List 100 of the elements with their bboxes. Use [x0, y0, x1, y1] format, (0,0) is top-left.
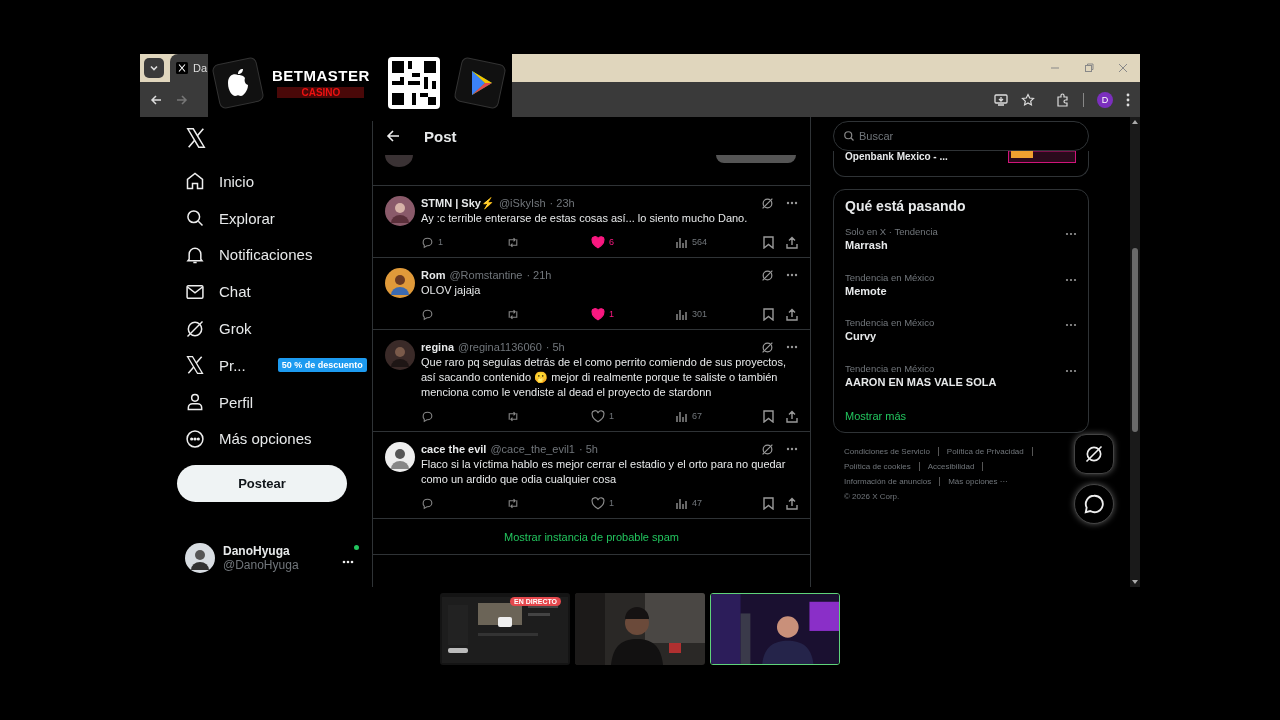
- trend-topic[interactable]: Marrash: [845, 239, 938, 251]
- share-icon[interactable]: [786, 235, 798, 249]
- scrollbar-thumb[interactable]: [1132, 248, 1138, 432]
- more-icon[interactable]: [786, 273, 798, 277]
- x-logo-icon[interactable]: [185, 127, 207, 149]
- slashed-circle-icon[interactable]: [185, 318, 205, 339]
- more-icon[interactable]: [786, 345, 798, 349]
- nav-link[interactable]: Notificaciones: [219, 246, 313, 264]
- author-name[interactable]: regina: [421, 341, 454, 353]
- repost-icon[interactable]: [506, 409, 520, 423]
- avatar[interactable]: [385, 196, 415, 226]
- nav-link[interactable]: Chat: [219, 283, 251, 301]
- comment-icon[interactable]: [421, 235, 434, 249]
- author-name[interactable]: STMN | Sky⚡: [421, 196, 495, 210]
- comment-icon[interactable]: [421, 307, 434, 321]
- nav-link[interactable]: Grok: [219, 320, 252, 338]
- back-icon[interactable]: [150, 93, 162, 106]
- nav-link[interactable]: Explorar: [219, 209, 275, 227]
- share-icon[interactable]: [786, 307, 798, 321]
- slashed-circle-icon[interactable]: [761, 340, 774, 354]
- bell-icon[interactable]: [185, 245, 205, 265]
- views-icon[interactable]: [676, 236, 688, 248]
- comment-icon[interactable]: [421, 496, 434, 510]
- heart-icon[interactable]: [591, 496, 605, 510]
- more-icon[interactable]: [786, 201, 798, 205]
- profile-avatar[interactable]: D: [1097, 91, 1113, 108]
- more-icon[interactable]: [185, 428, 205, 449]
- author-name[interactable]: cace the evil: [421, 443, 487, 455]
- bookmark-icon[interactable]: [763, 496, 774, 510]
- author-name[interactable]: Rom: [421, 269, 446, 281]
- nav-link[interactable]: Perfil: [219, 393, 254, 411]
- scroll-up-icon[interactable]: [1132, 120, 1138, 124]
- install-icon[interactable]: [994, 92, 1008, 107]
- bookmark-icon[interactable]: [763, 307, 774, 321]
- more-icon[interactable]: [342, 560, 354, 565]
- heart-icon[interactable]: [591, 235, 605, 249]
- back-icon[interactable]: [386, 129, 400, 143]
- views-icon[interactable]: [676, 497, 688, 509]
- reply-text: OLOV jajaja: [421, 283, 482, 298]
- post-button[interactable]: Postear: [177, 465, 347, 503]
- footer-link[interactable]: Política de Privacidad: [946, 447, 1024, 456]
- home-icon[interactable]: [185, 171, 205, 192]
- footer-link[interactable]: Accesibilidad: [927, 462, 975, 471]
- nav-link[interactable]: Inicio: [219, 172, 255, 190]
- qr-code: [387, 56, 440, 109]
- bookmark-icon[interactable]: [763, 235, 774, 249]
- show-spam-link[interactable]: Mostrar instancia de probable spam: [504, 530, 679, 543]
- trend-context: Solo en X · Tendencia: [845, 226, 938, 237]
- scroll-down-icon[interactable]: [1132, 580, 1138, 584]
- heart-icon[interactable]: [591, 307, 605, 321]
- footer-link[interactable]: Condiciones de Servicio: [844, 447, 930, 456]
- slashed-circle-icon[interactable]: [761, 268, 774, 282]
- views-icon[interactable]: [676, 410, 688, 422]
- repost-icon[interactable]: [506, 307, 520, 321]
- author-handle[interactable]: @cace_the_evil1: [490, 443, 575, 455]
- bookmark-icon[interactable]: [763, 409, 774, 423]
- slashed-circle-icon[interactable]: [761, 442, 774, 456]
- search-icon[interactable]: [185, 208, 205, 229]
- nav-link[interactable]: Pr...: [219, 356, 246, 374]
- avatar[interactable]: [385, 268, 415, 298]
- repost-icon[interactable]: [506, 496, 520, 510]
- repost-icon[interactable]: [506, 235, 520, 249]
- share-icon[interactable]: [786, 496, 798, 510]
- comment-icon[interactable]: [421, 409, 434, 423]
- browser-tab[interactable]: Da: [170, 54, 208, 82]
- view-count: 47: [692, 498, 702, 508]
- search-field[interactable]: Buscar: [833, 121, 1089, 151]
- avatar[interactable]: [385, 442, 415, 472]
- share-icon[interactable]: [786, 409, 798, 423]
- tab-list-button[interactable]: [144, 58, 164, 78]
- more-icon[interactable]: [786, 447, 798, 451]
- menu-icon[interactable]: [1126, 92, 1130, 107]
- forward-icon[interactable]: [176, 93, 188, 106]
- trend-topic[interactable]: Curvy: [845, 330, 935, 342]
- chat-button[interactable]: [1074, 484, 1114, 524]
- x-logo-icon[interactable]: [185, 355, 205, 376]
- show-more-link[interactable]: Mostrar más: [845, 410, 1077, 422]
- slashed-circle-icon[interactable]: [761, 196, 774, 210]
- trend-context: Tendencia en México: [845, 362, 936, 374]
- author-handle[interactable]: @iSkyIsh: [498, 197, 546, 209]
- footer-link[interactable]: Información de anuncios: [844, 477, 932, 486]
- person-icon[interactable]: [185, 392, 205, 413]
- star-icon[interactable]: [1021, 92, 1035, 107]
- ad-card[interactable]: Openbank Mexico - ...: [833, 151, 1089, 177]
- grok-button[interactable]: [1074, 434, 1114, 474]
- pill-button[interactable]: [716, 155, 796, 163]
- extensions-icon[interactable]: [1056, 92, 1070, 107]
- nav-link[interactable]: Más opciones: [219, 430, 312, 448]
- ad-image: [1008, 151, 1076, 163]
- footer-link[interactable]: Más opciones ···: [948, 477, 1008, 486]
- heart-icon[interactable]: [591, 409, 605, 423]
- author-handle[interactable]: @regina1136060: [458, 341, 542, 353]
- trend-topic[interactable]: Memote: [845, 284, 935, 297]
- trend-topic[interactable]: AARON EN MAS VALE SOLA: [845, 375, 997, 388]
- footer-link[interactable]: Política de cookies: [844, 462, 911, 471]
- avatar[interactable]: [185, 543, 215, 574]
- view-count: 67: [692, 411, 702, 421]
- author-handle[interactable]: @Romstantine: [449, 269, 523, 281]
- post-time: · 5h: [579, 443, 598, 455]
- views-icon[interactable]: [676, 308, 688, 320]
